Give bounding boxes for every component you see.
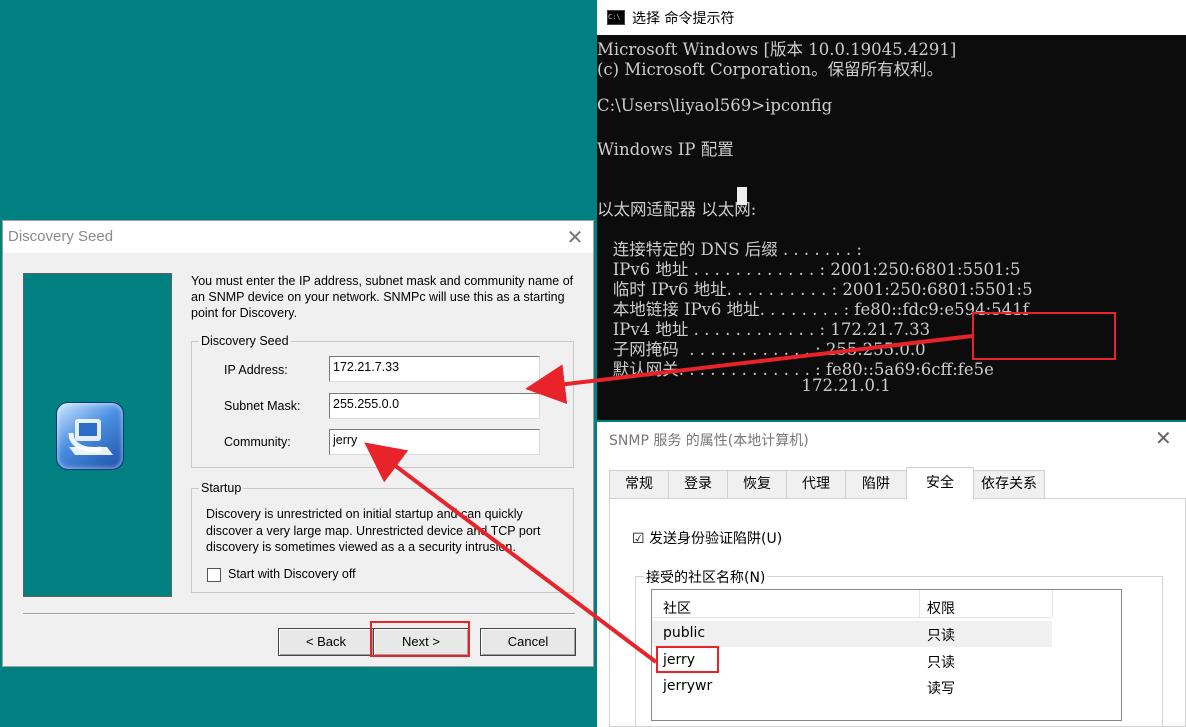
- arrow-to-ip-fields: [525, 334, 973, 405]
- annotation-arrows: [364, 334, 973, 664]
- arrow-to-community-field: [364, 442, 658, 664]
